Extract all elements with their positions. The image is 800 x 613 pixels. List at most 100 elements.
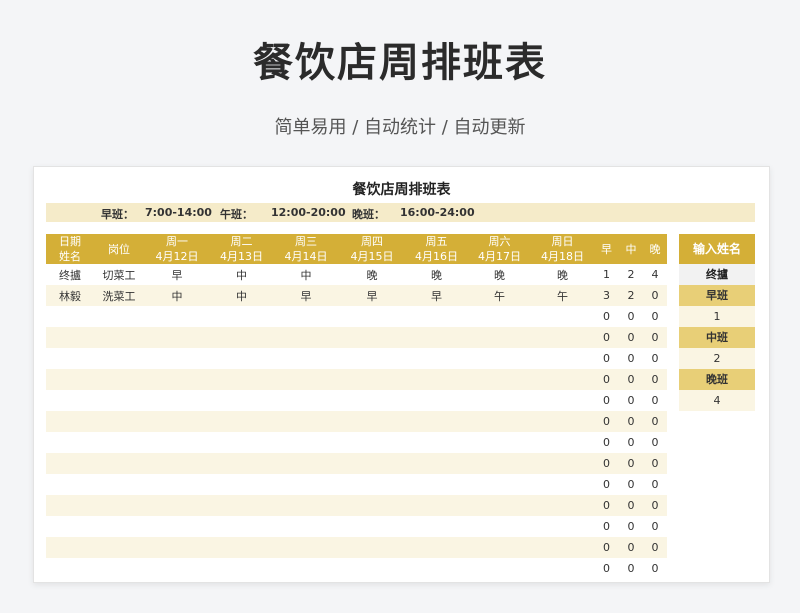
cell-shift[interactable] [468, 348, 531, 369]
cell-count[interactable]: 0 [643, 516, 667, 537]
cell-shift[interactable] [468, 411, 531, 432]
cell-name[interactable] [46, 495, 94, 516]
cell-count[interactable]: 0 [643, 285, 667, 306]
cell-count[interactable]: 0 [619, 306, 643, 327]
cell-shift[interactable] [210, 306, 273, 327]
cell-shift[interactable] [468, 537, 531, 558]
cell-shift[interactable] [273, 516, 339, 537]
cell-count[interactable]: 0 [619, 558, 643, 579]
cell-position[interactable]: 洗菜工 [94, 285, 144, 306]
cell-shift[interactable] [531, 495, 594, 516]
cell-count[interactable]: 0 [643, 558, 667, 579]
cell-shift[interactable] [339, 348, 405, 369]
cell-count[interactable]: 0 [643, 369, 667, 390]
cell-position[interactable] [94, 474, 144, 495]
cell-shift[interactable] [144, 537, 210, 558]
cell-shift[interactable] [405, 327, 468, 348]
cell-shift[interactable] [339, 558, 405, 579]
cell-shift[interactable] [210, 537, 273, 558]
cell-name[interactable] [46, 537, 94, 558]
cell-shift[interactable] [468, 453, 531, 474]
cell-name[interactable] [46, 411, 94, 432]
cell-name[interactable] [46, 306, 94, 327]
cell-count[interactable]: 0 [619, 474, 643, 495]
cell-shift[interactable] [144, 474, 210, 495]
cell-count[interactable]: 0 [619, 327, 643, 348]
cell-count[interactable]: 0 [619, 411, 643, 432]
cell-count[interactable]: 0 [619, 516, 643, 537]
cell-name[interactable] [46, 369, 94, 390]
cell-name[interactable]: 林毅 [46, 285, 94, 306]
cell-shift[interactable] [144, 411, 210, 432]
cell-count[interactable]: 0 [643, 390, 667, 411]
cell-shift[interactable] [144, 306, 210, 327]
cell-shift[interactable]: 早 [405, 285, 468, 306]
cell-count[interactable]: 0 [594, 348, 619, 369]
cell-shift[interactable] [273, 327, 339, 348]
cell-count[interactable]: 0 [594, 516, 619, 537]
cell-shift[interactable] [273, 537, 339, 558]
cell-shift[interactable] [210, 495, 273, 516]
cell-name[interactable] [46, 348, 94, 369]
cell-shift[interactable] [531, 390, 594, 411]
cell-position[interactable] [94, 558, 144, 579]
cell-shift[interactable] [468, 495, 531, 516]
cell-shift[interactable] [531, 516, 594, 537]
cell-count[interactable]: 0 [619, 348, 643, 369]
cell-shift[interactable] [144, 516, 210, 537]
cell-shift[interactable] [531, 369, 594, 390]
cell-shift[interactable]: 早 [144, 264, 210, 285]
cell-shift[interactable] [339, 306, 405, 327]
cell-shift[interactable] [210, 411, 273, 432]
cell-shift[interactable]: 中 [210, 285, 273, 306]
cell-shift[interactable] [405, 432, 468, 453]
cell-count[interactable]: 0 [594, 390, 619, 411]
cell-shift[interactable]: 晚 [468, 264, 531, 285]
cell-shift[interactable] [468, 306, 531, 327]
cell-shift[interactable] [144, 432, 210, 453]
cell-shift[interactable] [468, 327, 531, 348]
cell-count[interactable]: 0 [643, 495, 667, 516]
cell-shift[interactable] [210, 474, 273, 495]
cell-count[interactable]: 0 [594, 369, 619, 390]
cell-shift[interactable] [273, 474, 339, 495]
cell-shift[interactable] [273, 369, 339, 390]
cell-shift[interactable] [531, 411, 594, 432]
cell-shift[interactable] [531, 474, 594, 495]
cell-count[interactable]: 0 [643, 327, 667, 348]
cell-position[interactable] [94, 390, 144, 411]
cell-shift[interactable] [273, 558, 339, 579]
cell-shift[interactable] [468, 516, 531, 537]
cell-count[interactable]: 0 [643, 453, 667, 474]
cell-count[interactable]: 3 [594, 285, 619, 306]
cell-position[interactable] [94, 453, 144, 474]
cell-count[interactable]: 0 [619, 537, 643, 558]
cell-shift[interactable]: 午 [531, 285, 594, 306]
cell-shift[interactable] [405, 537, 468, 558]
cell-shift[interactable] [339, 495, 405, 516]
cell-count[interactable]: 0 [594, 432, 619, 453]
cell-count[interactable]: 0 [594, 537, 619, 558]
cell-count[interactable]: 0 [643, 411, 667, 432]
cell-count[interactable]: 0 [643, 474, 667, 495]
cell-shift[interactable] [273, 495, 339, 516]
cell-shift[interactable] [273, 306, 339, 327]
cell-shift[interactable] [339, 390, 405, 411]
cell-shift[interactable] [144, 495, 210, 516]
cell-name[interactable] [46, 558, 94, 579]
cell-shift[interactable] [531, 432, 594, 453]
cell-shift[interactable]: 晚 [531, 264, 594, 285]
cell-count[interactable]: 4 [643, 264, 667, 285]
cell-count[interactable]: 0 [643, 432, 667, 453]
cell-name[interactable] [46, 327, 94, 348]
cell-shift[interactable] [531, 348, 594, 369]
cell-count[interactable]: 0 [594, 411, 619, 432]
cell-position[interactable] [94, 369, 144, 390]
cell-shift[interactable] [273, 411, 339, 432]
cell-shift[interactable] [144, 369, 210, 390]
cell-shift[interactable] [210, 369, 273, 390]
cell-count[interactable]: 0 [594, 453, 619, 474]
cell-shift[interactable] [210, 348, 273, 369]
cell-shift[interactable] [144, 453, 210, 474]
cell-position[interactable] [94, 348, 144, 369]
